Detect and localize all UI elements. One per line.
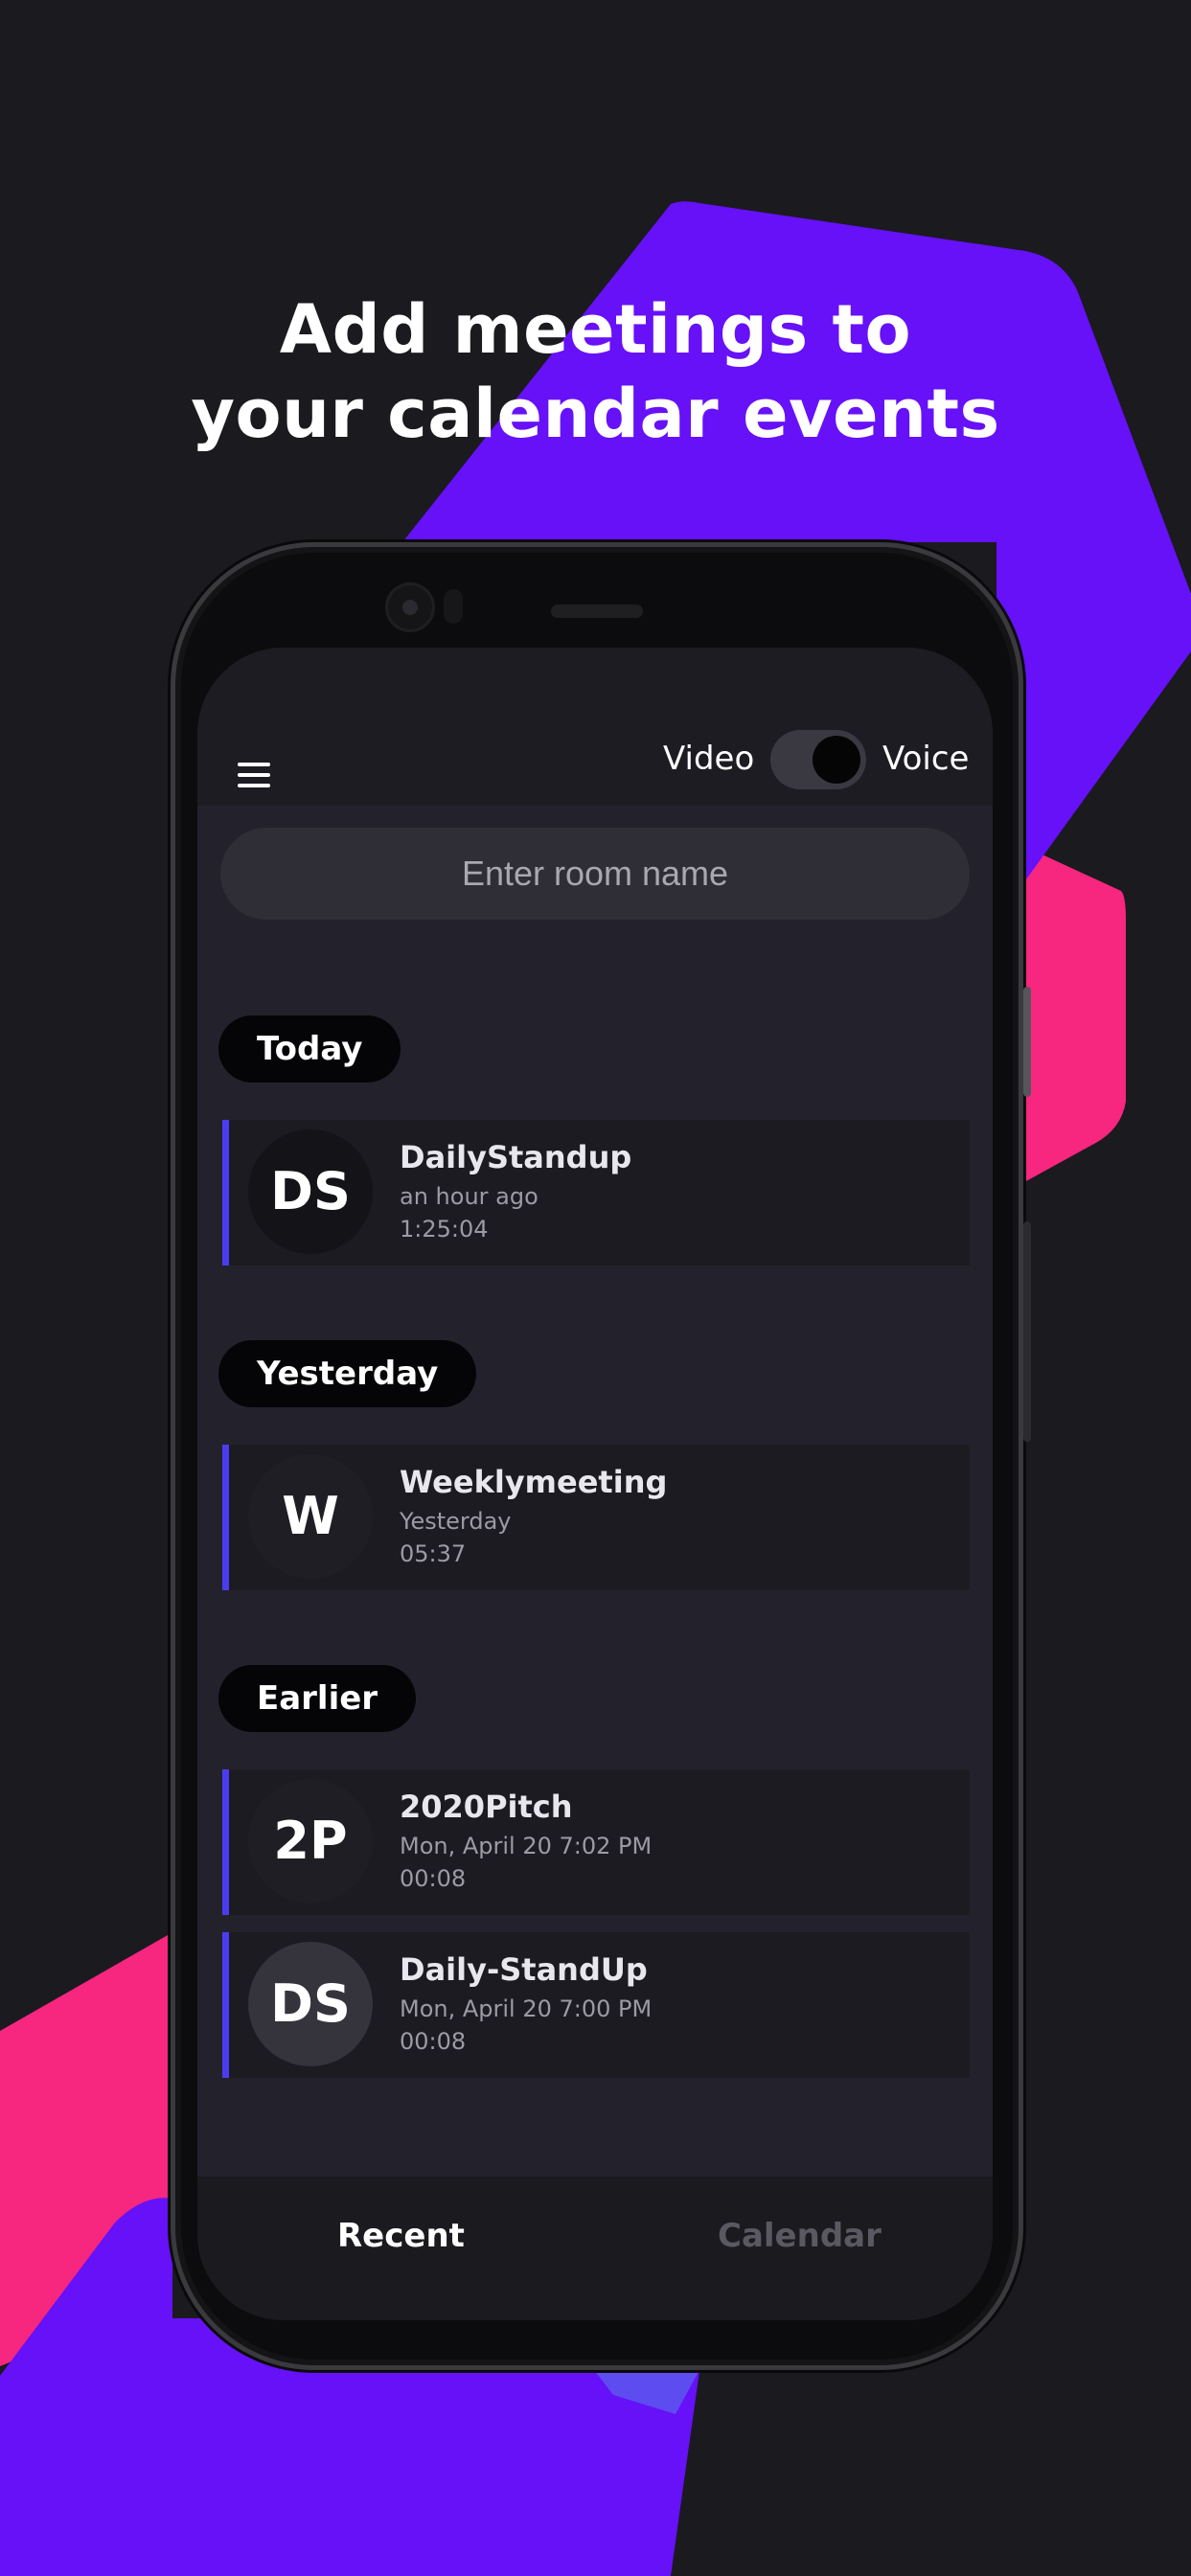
volume-button: [1023, 1221, 1031, 1442]
video-label: Video: [663, 740, 755, 778]
toggle-knob: [813, 736, 860, 784]
headline-line-1: Add meetings to: [279, 290, 912, 369]
meeting-title: Daily-StandUp: [400, 1951, 648, 1988]
speaker-grille: [551, 604, 643, 618]
video-voice-toggle[interactable]: [770, 730, 866, 789]
voice-label: Voice: [882, 740, 970, 778]
meeting-card[interactable]: DS DailyStandup an hour ago 1:25:04: [222, 1120, 970, 1265]
meeting-title: 2020Pitch: [400, 1789, 573, 1825]
avatar: W: [248, 1454, 373, 1579]
meeting-time: Yesterday: [400, 1508, 512, 1535]
meeting-time: Mon, April 20 7:02 PM: [400, 1833, 653, 1859]
hamburger-menu-icon[interactable]: [238, 763, 270, 787]
avatar: DS: [248, 1942, 373, 2066]
front-camera-icon: [388, 585, 432, 629]
meeting-duration: 00:08: [400, 2028, 467, 2055]
section-label-today: Today: [218, 1015, 401, 1083]
room-name-input[interactable]: [220, 828, 970, 920]
meeting-card[interactable]: 2P 2020Pitch Mon, April 20 7:02 PM 00:08: [222, 1769, 970, 1915]
avatar: 2P: [248, 1779, 373, 1904]
meeting-duration: 05:37: [400, 1540, 467, 1567]
meeting-title: Weeklymeeting: [400, 1464, 668, 1500]
app-screen: Video Voice Today DS DailyStandup an hou…: [197, 648, 993, 2320]
meeting-title: DailyStandup: [400, 1139, 632, 1175]
meeting-card[interactable]: W Weeklymeeting Yesterday 05:37: [222, 1445, 970, 1590]
headline: Add meetings to your calendar events: [0, 287, 1191, 456]
section-label-earlier: Earlier: [218, 1665, 417, 1732]
meeting-duration: 1:25:04: [400, 1216, 489, 1242]
tab-recent[interactable]: Recent: [337, 2217, 465, 2255]
bottom-navigation: Recent Calendar: [197, 2177, 993, 2320]
sensor: [444, 589, 463, 624]
avatar: DS: [248, 1129, 373, 1254]
tab-calendar[interactable]: Calendar: [718, 2217, 882, 2255]
meeting-time: Mon, April 20 7:00 PM: [400, 1995, 653, 2022]
meeting-card[interactable]: DS Daily-StandUp Mon, April 20 7:00 PM 0…: [222, 1932, 970, 2078]
meeting-time: an hour ago: [400, 1183, 538, 1210]
power-button: [1023, 987, 1031, 1097]
section-label-yesterday: Yesterday: [218, 1340, 477, 1407]
app-bar: Video Voice: [197, 648, 993, 806]
headline-line-2: your calendar events: [191, 375, 1000, 453]
meeting-duration: 00:08: [400, 1865, 467, 1892]
